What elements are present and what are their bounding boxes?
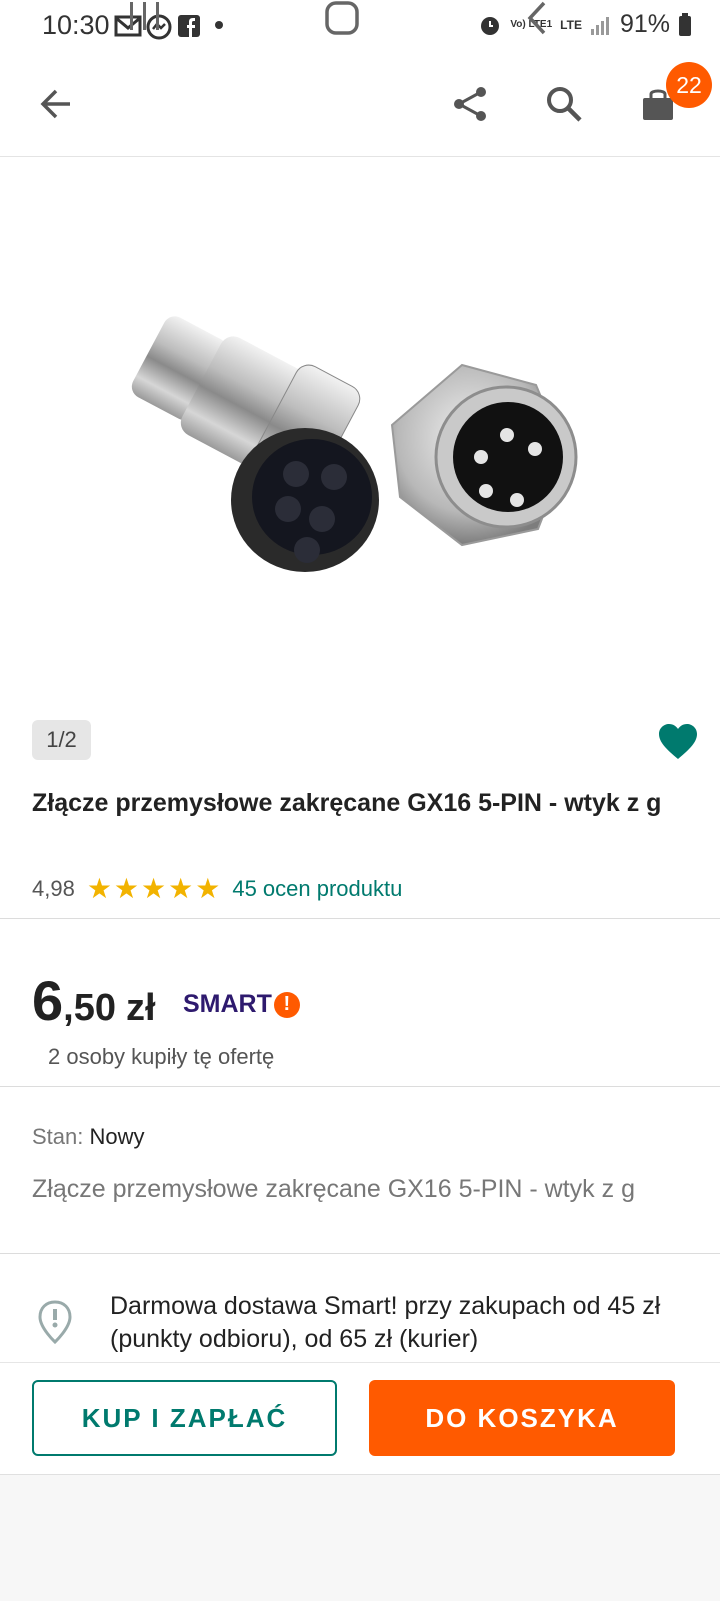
gallery-counter: 1/2: [32, 720, 91, 760]
search-icon[interactable]: [538, 78, 590, 130]
smart-bang: !: [273, 991, 300, 1018]
price-main: 6: [32, 969, 64, 1032]
share-icon[interactable]: [444, 78, 496, 130]
back-icon[interactable]: [522, 0, 552, 41]
rating-value: 4,98: [32, 875, 75, 901]
recents-icon[interactable]: [128, 0, 162, 37]
price: 6 ,50 zł: [32, 968, 156, 1033]
divider: [0, 1253, 720, 1254]
system-nav-bar: [0, 1474, 720, 1601]
home-icon[interactable]: [324, 0, 360, 41]
network-label: LTE: [560, 17, 582, 32]
condition: Stan: Nowy: [32, 1124, 145, 1150]
signal-icon: [590, 16, 609, 35]
add-to-cart-button[interactable]: DO KOSZYKA: [369, 1380, 675, 1456]
condition-label: Stan:: [32, 1124, 84, 1149]
rating-row: 4,98 ★★★★★ 45 ocen produktu: [32, 872, 402, 905]
dot-icon: [215, 21, 223, 29]
delivery-info: Darmowa dostawa Smart! przy zakupach od …: [110, 1292, 661, 1353]
price-cents: ,50: [63, 987, 116, 1029]
back-arrow-icon[interactable]: [30, 78, 82, 130]
app-bar: [0, 52, 720, 157]
rating-stars: ★★★★★: [86, 873, 223, 904]
condition-value: Nowy: [89, 1124, 145, 1149]
cart-badge: 22: [666, 62, 712, 108]
buyers-count: 2 osoby kupiły tę ofertę: [48, 1044, 275, 1069]
rating-link[interactable]: 45 ocen produktu: [232, 876, 402, 902]
smart-badge: SMART !: [183, 990, 300, 1019]
buy-now-button[interactable]: KUP I ZAPŁAĆ: [32, 1380, 337, 1456]
smart-label: SMART: [183, 990, 272, 1018]
battery-percent: 91%: [619, 10, 670, 38]
product-image[interactable]: [0, 157, 720, 702]
status-right: Vo) LTE1 LTE 91%: [478, 10, 692, 39]
price-currency: zł: [125, 987, 156, 1029]
product-subtitle: Złącze przemysłowe zakręcane GX16 5-PIN …: [32, 1175, 635, 1203]
divider: [0, 1086, 720, 1087]
facebook-icon: [178, 15, 200, 37]
product-title: Złącze przemysłowe zakręcane GX16 5-PIN …: [32, 789, 662, 817]
battery-icon: [679, 12, 691, 36]
status-time: 10:30: [42, 10, 110, 40]
alarm-icon: [481, 16, 500, 35]
divider: [0, 918, 720, 919]
status-bar: 10:30 Vo) LTE1 LTE 91%: [0, 0, 720, 52]
favorite-heart-icon[interactable]: [658, 724, 698, 765]
delivery-shield-icon: [38, 1300, 72, 1349]
